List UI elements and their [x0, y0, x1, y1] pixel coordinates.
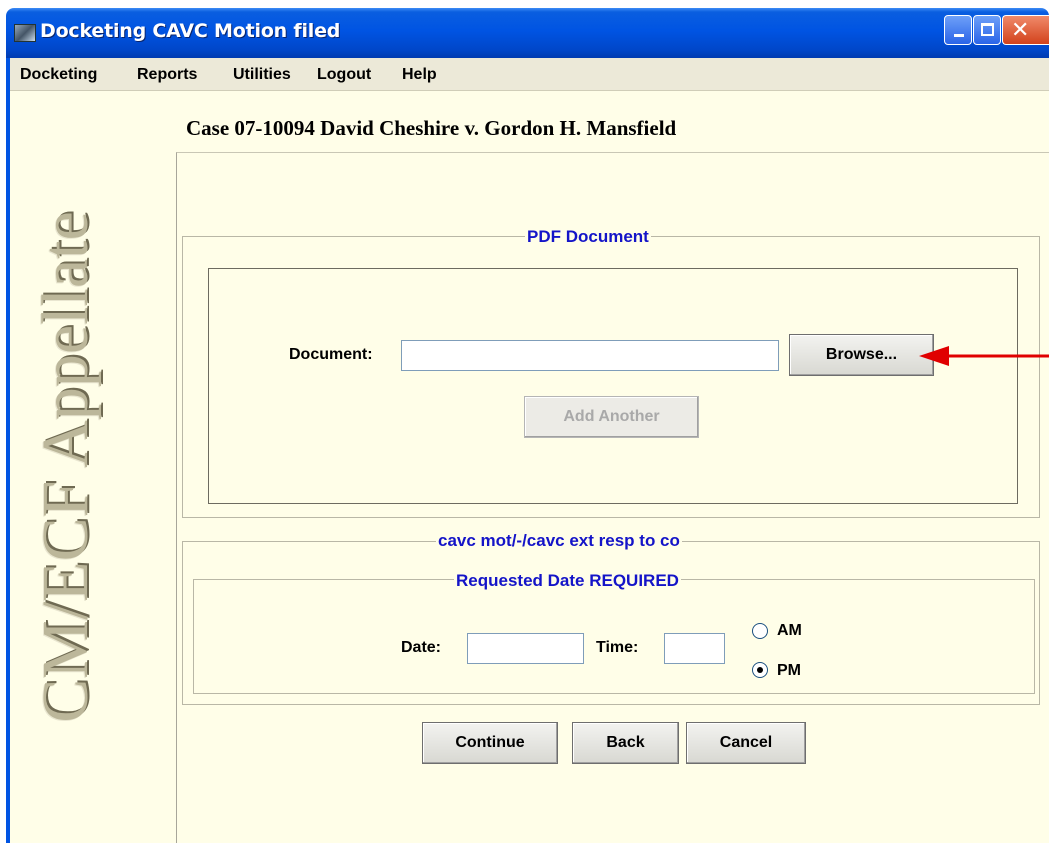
application-window: Docketing CAVC Motion filed ✕ Docketing … — [0, 0, 1049, 843]
pdf-document-legend: PDF Document — [525, 227, 651, 247]
maximize-icon — [981, 23, 994, 36]
pm-radio[interactable] — [752, 662, 768, 678]
date-field[interactable] — [467, 633, 584, 664]
requested-date-legend: Requested Date REQUIRED — [454, 571, 681, 591]
time-field[interactable] — [664, 633, 725, 664]
menu-docketing[interactable]: Docketing — [20, 66, 97, 84]
menu-utilities[interactable]: Utilities — [233, 66, 291, 84]
add-another-button[interactable]: Add Another — [524, 396, 699, 438]
am-radio[interactable] — [752, 623, 768, 639]
window-title: Docketing CAVC Motion filed — [40, 20, 341, 42]
annotation-arrow-icon — [919, 346, 1049, 366]
sidebar-branding: CM/ECF Appellate — [29, 211, 102, 723]
close-icon: ✕ — [1011, 18, 1030, 43]
am-label: AM — [777, 622, 802, 639]
maximize-button[interactable] — [973, 15, 1001, 45]
menu-logout[interactable]: Logout — [317, 66, 371, 84]
date-label: Date: — [401, 639, 442, 656]
time-label: Time: — [596, 639, 639, 656]
minimize-icon — [954, 34, 964, 37]
document-field[interactable] — [401, 340, 779, 371]
cancel-button[interactable]: Cancel — [686, 722, 806, 764]
continue-button[interactable]: Continue — [422, 722, 558, 764]
browse-button[interactable]: Browse... — [789, 334, 934, 376]
pdf-inner-panel — [208, 268, 1018, 504]
menu-bar: Docketing Reports Utilities Logout Help — [10, 58, 1049, 91]
menu-reports[interactable]: Reports — [137, 66, 197, 84]
event-legend: cavc mot/-/cavc ext resp to co — [436, 531, 682, 551]
pm-label: PM — [777, 662, 801, 679]
menu-help[interactable]: Help — [402, 66, 437, 84]
pm-radio-selected-dot — [757, 667, 763, 673]
back-button[interactable]: Back — [572, 722, 679, 764]
app-icon — [14, 24, 36, 42]
document-label: Document: — [289, 346, 373, 363]
minimize-button[interactable] — [944, 15, 972, 45]
requested-date-group — [193, 579, 1035, 694]
close-button[interactable]: ✕ — [1002, 15, 1049, 45]
case-title: Case 07-10094 David Cheshire v. Gordon H… — [186, 116, 677, 140]
